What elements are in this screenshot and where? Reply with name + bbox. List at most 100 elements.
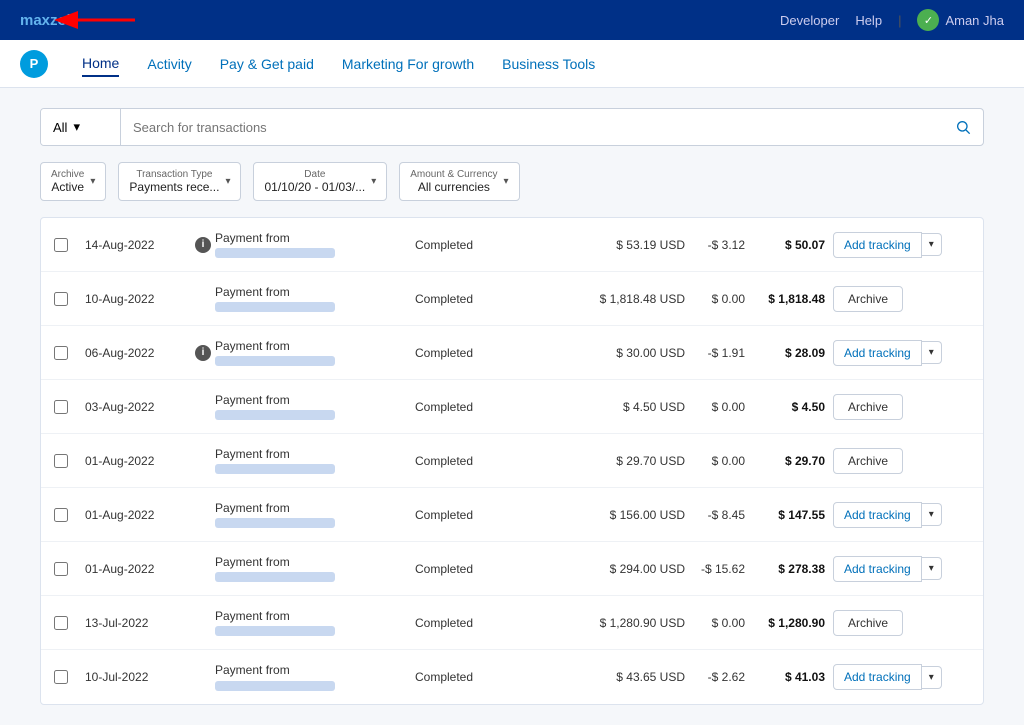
transaction-info-col: i (191, 345, 215, 361)
add-tracking-button[interactable]: Add tracking (833, 340, 922, 366)
row-checkbox[interactable] (54, 670, 68, 684)
transaction-description: Payment from (215, 285, 415, 313)
transaction-date: 01-Aug-2022 (81, 562, 191, 576)
transaction-action: Add tracking▾ (833, 556, 983, 582)
nav-pay-get-paid[interactable]: Pay & Get paid (220, 52, 314, 76)
transaction-net: $ 41.03 (753, 670, 833, 684)
transaction-date: 01-Aug-2022 (81, 454, 191, 468)
nav-business-tools[interactable]: Business Tools (502, 52, 595, 76)
add-tracking-button[interactable]: Add tracking (833, 556, 922, 582)
row-checkbox[interactable] (54, 400, 68, 414)
transaction-status: Completed (415, 508, 593, 522)
table-row: 01-Aug-2022 Payment from Completed $ 156… (41, 488, 983, 542)
transaction-type-chevron-icon: ▾ (225, 176, 230, 187)
transaction-fee: $ 0.00 (693, 616, 753, 630)
transaction-amount: $ 53.19 USD (593, 238, 693, 252)
transaction-type-label: Transaction Type (129, 169, 219, 180)
transaction-fee: $ 0.00 (693, 454, 753, 468)
user-badge[interactable]: ✓ Aman Jha (917, 9, 1004, 31)
row-checkbox[interactable] (54, 616, 68, 630)
date-filter-label: Date (264, 169, 365, 180)
add-tracking-button[interactable]: Add tracking (833, 232, 922, 258)
nav-marketing[interactable]: Marketing For growth (342, 52, 474, 76)
archive-button[interactable]: Archive (833, 394, 903, 420)
transaction-date: 03-Aug-2022 (81, 400, 191, 414)
archive-button[interactable]: Archive (833, 610, 903, 636)
transaction-fee: -$ 3.12 (693, 238, 753, 252)
transaction-amount: $ 4.50 USD (593, 400, 693, 414)
main-content: All ▾ Archive Active ▾ Transaction Type … (0, 88, 1024, 725)
tracking-dropdown-chevron[interactable]: ▾ (922, 557, 942, 580)
transaction-amount: $ 1,818.48 USD (593, 292, 693, 306)
info-icon[interactable]: i (195, 237, 211, 253)
archive-button[interactable]: Archive (833, 448, 903, 474)
table-row: 03-Aug-2022 Payment from Completed $ 4.5… (41, 380, 983, 434)
row-checkbox[interactable] (54, 508, 68, 522)
transaction-description: Payment from (215, 393, 415, 421)
nav-activity[interactable]: Activity (147, 52, 191, 76)
transaction-action: Add tracking▾ (833, 232, 983, 258)
search-icon[interactable] (943, 109, 983, 145)
transaction-type-value: Payments rece... (129, 180, 219, 194)
transaction-net: $ 4.50 (753, 400, 833, 414)
table-row: 01-Aug-2022 Payment from Completed $ 294… (41, 542, 983, 596)
brand-name: maxzob (20, 12, 76, 29)
row-checkbox-col (41, 346, 81, 360)
date-filter[interactable]: Date 01/10/20 - 01/03/... ▾ (253, 162, 387, 201)
row-checkbox[interactable] (54, 454, 68, 468)
transaction-amount: $ 1,280.90 USD (593, 616, 693, 630)
archive-button[interactable]: Archive (833, 286, 903, 312)
tracking-dropdown-chevron[interactable]: ▾ (922, 503, 942, 526)
top-bar-right: Developer Help | ✓ Aman Jha (780, 9, 1004, 31)
top-bar: maxzob Developer Help | ✓ Aman Jha (0, 0, 1024, 40)
table-row: 14-Aug-2022 i Payment from Completed $ 5… (41, 218, 983, 272)
row-checkbox-col (41, 400, 81, 414)
transaction-description: Payment from (215, 231, 415, 259)
transaction-fee: -$ 2.62 (693, 670, 753, 684)
nav-home[interactable]: Home (82, 51, 119, 77)
search-filter-value: All (53, 120, 67, 135)
user-name: Aman Jha (945, 13, 1004, 28)
search-input[interactable] (121, 109, 943, 145)
transactions-table: 14-Aug-2022 i Payment from Completed $ 5… (40, 217, 984, 705)
transaction-status: Completed (415, 670, 593, 684)
tracking-dropdown-chevron[interactable]: ▾ (922, 233, 942, 256)
row-checkbox-col (41, 562, 81, 576)
search-filter-dropdown[interactable]: All ▾ (41, 109, 121, 145)
row-checkbox[interactable] (54, 562, 68, 576)
transaction-net: $ 28.09 (753, 346, 833, 360)
transaction-action: Archive (833, 448, 983, 474)
filter-row: Archive Active ▾ Transaction Type Paymen… (40, 162, 984, 201)
transaction-amount: $ 156.00 USD (593, 508, 693, 522)
transaction-description: Payment from (215, 663, 415, 691)
transaction-status: Completed (415, 454, 593, 468)
add-tracking-button[interactable]: Add tracking (833, 664, 922, 690)
transaction-date: 10-Aug-2022 (81, 292, 191, 306)
amount-currency-chevron-icon: ▾ (504, 176, 509, 187)
info-icon[interactable]: i (195, 345, 211, 361)
tracking-dropdown-chevron[interactable]: ▾ (922, 341, 942, 364)
table-row: 10-Aug-2022 Payment from Completed $ 1,8… (41, 272, 983, 326)
row-checkbox-col (41, 616, 81, 630)
transaction-date: 10-Jul-2022 (81, 670, 191, 684)
transaction-status: Completed (415, 238, 593, 252)
row-checkbox[interactable] (54, 238, 68, 252)
paypal-logo: P (20, 50, 48, 78)
transaction-fee: -$ 15.62 (693, 562, 753, 576)
transaction-description: Payment from (215, 339, 415, 367)
developer-link[interactable]: Developer (780, 13, 839, 28)
add-tracking-button[interactable]: Add tracking (833, 502, 922, 528)
row-checkbox[interactable] (54, 292, 68, 306)
transaction-action: Add tracking▾ (833, 502, 983, 528)
transaction-action: Archive (833, 610, 983, 636)
table-row: 01-Aug-2022 Payment from Completed $ 29.… (41, 434, 983, 488)
help-link[interactable]: Help (855, 13, 882, 28)
transaction-fee: -$ 8.45 (693, 508, 753, 522)
row-checkbox[interactable] (54, 346, 68, 360)
archive-filter[interactable]: Archive Active ▾ (40, 162, 106, 201)
transaction-date: 14-Aug-2022 (81, 238, 191, 252)
transaction-net: $ 50.07 (753, 238, 833, 252)
tracking-dropdown-chevron[interactable]: ▾ (922, 666, 942, 689)
amount-currency-filter[interactable]: Amount & Currency All currencies ▾ (399, 162, 519, 201)
transaction-type-filter[interactable]: Transaction Type Payments rece... ▾ (118, 162, 241, 201)
